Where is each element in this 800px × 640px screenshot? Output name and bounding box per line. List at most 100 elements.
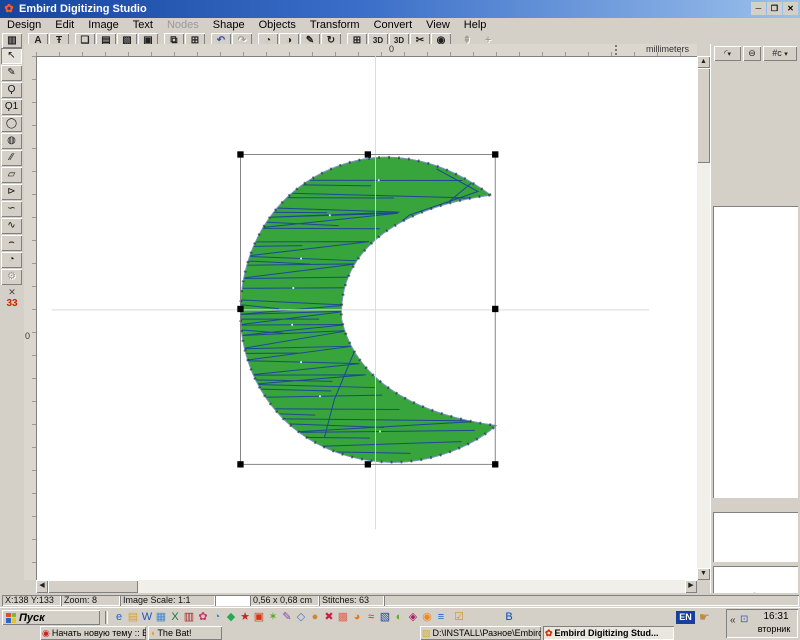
hand-tray-icon[interactable]: ☛ [699,610,710,624]
language-indicator[interactable]: EN [676,611,695,624]
hatch-fill-tool[interactable]: ∕∕ [1,150,22,166]
quicklaunch-icon-17[interactable]: ▩ [336,610,350,624]
taskbar-task-1[interactable]: ◉Начать новую тему :: В... [40,626,146,640]
taskbar-task-2[interactable]: ◖The Bat! [148,626,222,640]
settings-gear-tool: ⚙ [1,269,22,285]
quicklaunch-icon-16[interactable]: ✖ [322,610,336,624]
quicklaunch-icon-18[interactable]: ◕ [350,610,364,624]
fill-type-dropdown[interactable]: #c ▾ [763,46,797,61]
taskbar-task-3[interactable]: ▨D:\INSTALL\Разное\Embird [420,626,541,640]
shape-outline-tool[interactable]: ▱ [1,167,22,183]
vertical-scrollbar[interactable]: ▲ ▼ [697,56,710,580]
spool-icon: ⊖ [748,48,756,58]
menu-design[interactable]: Design [0,18,48,32]
menu-shape[interactable]: Shape [206,18,252,32]
scroll-up-button[interactable]: ▲ [697,56,710,68]
quicklaunch-icon-6[interactable]: ▥ [182,610,196,624]
tray-collapse-chevron[interactable]: « [730,615,736,626]
zigzag-stitch-tool[interactable]: ∿ [1,218,22,234]
selection-handle[interactable] [237,151,243,157]
horizontal-scroll-thumb[interactable] [48,580,138,593]
node-edit-tool[interactable]: ✎ [1,65,22,81]
menu-view[interactable]: View [419,18,457,32]
quicklaunch-icon-8[interactable]: ◔ [210,610,224,624]
status-empty [384,595,799,606]
horizontal-scrollbar[interactable]: ◀ ▶ [36,580,697,593]
menu-objects[interactable]: Objects [252,18,303,32]
quicklaunch-icon-24[interactable]: ≡ [434,610,448,624]
ruler-unit-label: millimeters [646,44,689,54]
quicklaunch-icon-13[interactable]: ✎ [280,610,294,624]
crescent-design [36,56,697,580]
clock-time[interactable]: 16:31 [758,611,794,622]
minimize-button[interactable]: ─ [751,2,766,15]
quicklaunch-icon-23[interactable]: ◉ [420,610,434,624]
quicklaunch-icon-20[interactable]: ▧ [378,610,392,624]
quicklaunch-icon-7[interactable]: ✿ [196,610,210,624]
close-button[interactable]: ✕ [783,2,798,15]
quicklaunch-icon-21[interactable]: ◐ [392,610,406,624]
parts-list[interactable] [713,512,798,562]
fill-type-value: #c [772,48,782,58]
selection-handle[interactable] [237,461,243,467]
quicklaunch-icon-4[interactable]: ▦ [154,610,168,624]
outline-object-tool[interactable]: ◍ [1,133,22,149]
selection-handle[interactable] [365,151,371,157]
scroll-left-button[interactable]: ◀ [36,580,48,593]
selection-handle[interactable] [237,306,243,312]
title-bar: ✿ Embird Digitizing Studio ─ ❐ ✕ [0,0,800,18]
horizontal-ruler: 0 millimeters [36,44,697,56]
vertical-ruler: 0 [24,56,36,580]
restore-button[interactable]: ❐ [767,2,782,15]
design-canvas[interactable] [36,56,697,580]
menu-image[interactable]: Image [81,18,126,32]
selection-handle[interactable] [492,461,498,467]
quicklaunch-icon-11[interactable]: ▣ [252,610,266,624]
quicklaunch-icon-9[interactable]: ◆ [224,610,238,624]
image-scale: Image Scale: 1:1 [120,595,215,606]
quicklaunch-icon-3[interactable]: W [140,610,154,624]
curve-shape-tool[interactable]: ∽ [1,201,22,217]
thread-spool-button[interactable]: ⊖ [743,46,761,61]
quicklaunch-icon-14[interactable]: ◇ [294,610,308,624]
selection-handle[interactable] [365,461,371,467]
select-tool[interactable]: ↖ [1,48,22,64]
scroll-down-button[interactable]: ▼ [697,568,710,580]
freehand-fill-tool[interactable]: ◯ [1,116,22,132]
arrow-shape-tool[interactable]: ⊳ [1,184,22,200]
column-stitch-tool[interactable]: ◔ [1,252,22,268]
quicklaunch-icon-2[interactable]: ▤ [126,610,140,624]
quicklaunch-icon-10[interactable]: ★ [238,610,252,624]
taskbar-task-4[interactable]: ✿Embird Digitizing Stud... [543,626,674,640]
quicklaunch-icon-22[interactable]: ◈ [406,610,420,624]
quicklaunch-icon-12[interactable]: ✶ [266,610,280,624]
arc-stitch-tool[interactable]: ⌢ [1,235,22,251]
scroll-right-button[interactable]: ▶ [685,580,697,593]
quicklaunch-icon-25[interactable]: ☑ [452,610,466,624]
quicklaunch-icon-1[interactable]: e [112,610,126,624]
selection-handle[interactable] [492,306,498,312]
curve-style-button[interactable]: ◜▾ [714,46,741,61]
pattern-button[interactable]: ▥ [2,33,22,48]
tray-app-icon[interactable]: ⊡ [740,614,748,625]
vertical-scroll-thumb[interactable] [697,68,710,163]
quicklaunch-icon-26[interactable]: B [502,610,516,624]
right-panel: ◜▾ ⊖ #c ▾ ◉ ☾ ▦ ⊖ 1 Parts + [710,44,800,593]
zoom-1to1-tool[interactable]: Ϙ1 [1,99,22,115]
task-icon: ▨ [422,628,431,639]
quicklaunch-icon-5[interactable]: X [168,610,182,624]
menu-edit[interactable]: Edit [48,18,81,32]
quicklaunch-icon-19[interactable]: ≈ [364,610,378,624]
menu-text[interactable]: Text [126,18,160,32]
menu-convert[interactable]: Convert [367,18,420,32]
zoom-tool[interactable]: Ϙ [1,82,22,98]
stitch-counter: 33 [0,298,24,309]
menu-help[interactable]: Help [457,18,494,32]
start-label: Пуск [19,612,45,624]
selection-handle[interactable] [492,151,498,157]
app-icon[interactable]: ✿ [2,3,16,16]
quicklaunch-icon-15[interactable]: ● [308,610,322,624]
menu-transform[interactable]: Transform [303,18,367,32]
start-button[interactable]: Пуск [2,610,100,625]
layer-list[interactable] [713,206,798,498]
